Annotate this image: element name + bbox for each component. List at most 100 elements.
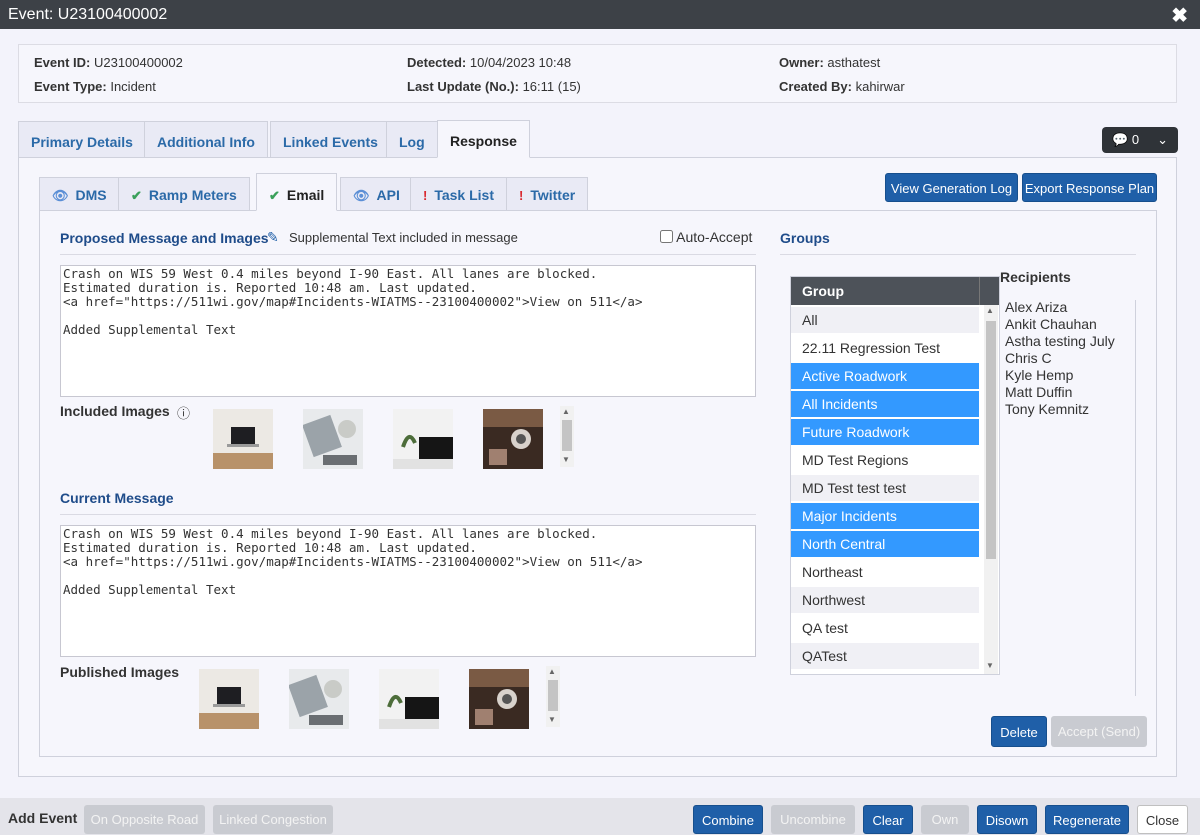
scroll-down-icon[interactable]: ▼ — [548, 715, 556, 724]
scroll-thumb[interactable] — [548, 680, 558, 711]
group-option[interactable]: 22.11 Regression Test — [791, 335, 979, 361]
current-message-heading: Current Message — [60, 490, 174, 506]
recipient-item: Astha testing July — [1005, 333, 1115, 349]
event-id-field: Event ID: U23100400002 — [34, 55, 183, 70]
group-option[interactable]: Northwest — [791, 587, 979, 613]
published-images-label: Published Images — [60, 664, 180, 680]
group-option[interactable]: All Incidents — [791, 391, 979, 417]
auto-accept-checkbox[interactable] — [660, 230, 673, 243]
messages-count: 0 — [1131, 132, 1140, 147]
included-image-2[interactable] — [303, 409, 363, 469]
groups-listbox[interactable]: Group All 22.11 Regression Test Active Roa… — [790, 276, 1000, 675]
group-option[interactable]: QA test — [791, 615, 979, 641]
recipient-item: Matt Duffin — [1005, 384, 1073, 400]
tab-additional-info[interactable]: Additional Info — [144, 121, 268, 158]
export-response-plan-button[interactable]: Export Response Plan — [1022, 173, 1157, 202]
proposed-message-textarea[interactable]: Crash on WIS 59 West 0.4 miles beyond I-… — [60, 265, 756, 397]
disown-button[interactable]: Disown — [977, 805, 1037, 834]
divider — [780, 254, 1136, 255]
scroll-up-icon[interactable]: ▲ — [548, 667, 556, 676]
divider — [979, 277, 980, 305]
included-image-3[interactable] — [393, 409, 453, 469]
clear-button[interactable]: Clear — [863, 805, 913, 834]
window-title: Event: U23100400002 — [8, 6, 168, 23]
subtab-ramp-meters[interactable]: ✔ Ramp Meters — [118, 177, 250, 211]
subtab-dms[interactable]: 👁 DMS — [39, 177, 120, 211]
included-image-1[interactable] — [213, 409, 273, 469]
published-image-2[interactable] — [289, 669, 349, 729]
group-column-header: Group — [791, 277, 999, 305]
scroll-down-icon[interactable]: ▼ — [562, 455, 570, 464]
add-event-label: Add Event — [8, 810, 78, 826]
close-button[interactable]: Close — [1137, 805, 1188, 834]
info-icon[interactable]: ⓘ — [177, 403, 190, 422]
view-generation-log-button[interactable]: View Generation Log — [885, 173, 1018, 202]
event-info-box: Event ID: U23100400002 Event Type: Incid… — [18, 44, 1177, 103]
published-image-3[interactable] — [379, 669, 439, 729]
subtab-api[interactable]: 👁 API — [340, 177, 413, 211]
recipient-item: Chris C — [1005, 350, 1052, 366]
group-option[interactable]: North Central — [791, 531, 979, 557]
recipient-item: Tony Kemnitz — [1005, 401, 1090, 417]
recipient-item: Alex Ariza — [1005, 299, 1068, 315]
subtab-email[interactable]: ✔ Email — [256, 173, 338, 211]
detected-field: Detected: 10/04/2023 10:48 — [407, 55, 572, 70]
tab-log[interactable]: Log — [386, 121, 438, 158]
owner-field: Owner: asthatest — [779, 55, 881, 70]
delete-button[interactable]: Delete — [991, 716, 1047, 747]
close-icon[interactable]: ✖ — [1171, 3, 1188, 28]
created-by-field: Created By: kahirwar — [779, 79, 905, 94]
proposed-message-heading: Proposed Message and Images — [60, 230, 269, 246]
groups-heading: Groups — [780, 230, 830, 246]
tab-linked-events[interactable]: Linked Events — [270, 121, 391, 158]
subtab-task-list[interactable]: ! Task List — [410, 177, 507, 211]
eye-icon: 👁 — [52, 188, 69, 203]
scroll-up-icon[interactable]: ▲ — [562, 407, 570, 416]
scroll-up-icon[interactable]: ▲ — [986, 306, 994, 315]
auto-accept: Auto-Accept — [660, 229, 752, 245]
accept-send-button[interactable]: Accept (Send) — [1051, 716, 1147, 747]
current-message-textarea[interactable]: Crash on WIS 59 West 0.4 miles beyond I-… — [60, 525, 756, 657]
divider — [60, 254, 756, 255]
scroll-down-icon[interactable]: ▼ — [986, 661, 994, 670]
linked-congestion-button[interactable]: Linked Congestion — [213, 805, 333, 834]
regenerate-button[interactable]: Regenerate — [1045, 805, 1129, 834]
published-image-4[interactable] — [469, 669, 529, 729]
group-option[interactable]: QATest — [791, 643, 979, 669]
group-option[interactable]: All — [791, 307, 979, 333]
subtab-twitter[interactable]: ! Twitter — [506, 177, 589, 211]
exclamation-icon: ! — [423, 188, 428, 203]
event-type-field: Event Type: Incident — [34, 79, 156, 94]
uncombine-button[interactable]: Uncombine — [771, 805, 855, 834]
last-update-field: Last Update (No.): 16:11 (15) — [407, 79, 581, 94]
included-image-4[interactable] — [483, 409, 543, 469]
recipient-item: Kyle Hemp — [1005, 367, 1074, 383]
groups-scrollbar[interactable]: ▲ ▼ — [984, 305, 998, 674]
group-option[interactable]: Active Roadwork — [791, 363, 979, 389]
speech-bubble-icon: 💬 — [1112, 132, 1129, 147]
tab-primary-details[interactable]: Primary Details — [18, 121, 146, 158]
combine-button[interactable]: Combine — [693, 805, 763, 834]
group-option[interactable]: Major Incidents — [791, 503, 979, 529]
published-images-scrollbar[interactable]: ▲ ▼ — [546, 666, 560, 727]
check-icon: ✔ — [269, 188, 280, 203]
exclamation-icon: ! — [519, 188, 524, 203]
scroll-thumb[interactable] — [562, 420, 572, 451]
own-button[interactable]: Own — [921, 805, 969, 834]
divider — [1135, 300, 1136, 696]
supplemental-note: Supplemental Text included in message — [289, 230, 518, 245]
published-image-1[interactable] — [199, 669, 259, 729]
group-option[interactable]: Future Roadwork — [791, 419, 979, 445]
check-icon: ✔ — [131, 188, 142, 203]
scroll-thumb[interactable] — [986, 321, 996, 559]
group-option[interactable]: MD Test test test — [791, 475, 979, 501]
on-opposite-road-button[interactable]: On Opposite Road — [84, 805, 205, 834]
eye-icon: 👁 — [353, 188, 370, 203]
messages-dropdown[interactable]: 💬 0 ⌄ — [1102, 127, 1178, 153]
pencil-icon[interactable]: ✎ — [267, 229, 279, 246]
group-option[interactable]: Northeast — [791, 559, 979, 585]
recipient-item: Ankit Chauhan — [1005, 316, 1097, 332]
tab-response[interactable]: Response — [437, 120, 530, 158]
group-option[interactable]: MD Test Regions — [791, 447, 979, 473]
included-images-scrollbar[interactable]: ▲ ▼ — [560, 406, 574, 467]
